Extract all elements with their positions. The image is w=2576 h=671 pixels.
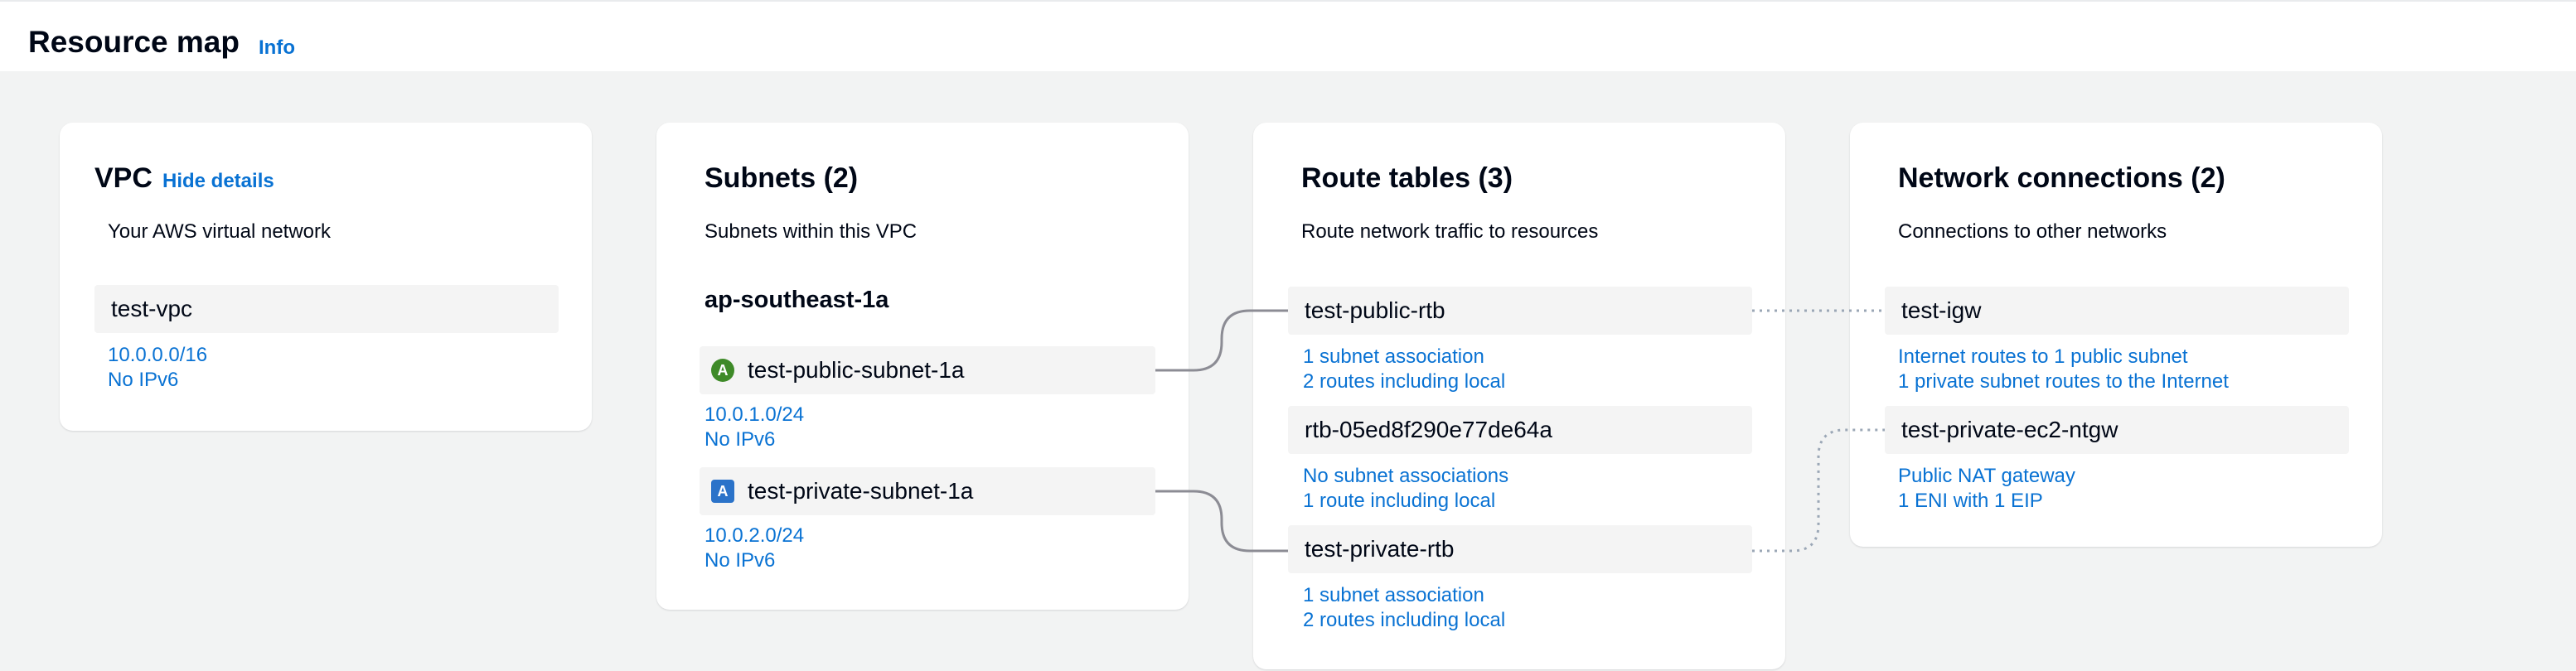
connector-private-subnet-to-private-rtb	[1155, 490, 1288, 553]
connector-lines	[1155, 309, 1885, 553]
info-link[interactable]: Info	[259, 36, 295, 60]
page-title: Resource map	[28, 25, 240, 59]
connector-private-rtb-to-natgw	[1752, 428, 1885, 553]
page-header: Resource map Info	[0, 0, 2576, 71]
resource-map-canvas: VPC Hide details Your AWS virtual networ…	[0, 71, 2576, 671]
connector-public-subnet-to-public-rtb	[1155, 309, 1288, 372]
